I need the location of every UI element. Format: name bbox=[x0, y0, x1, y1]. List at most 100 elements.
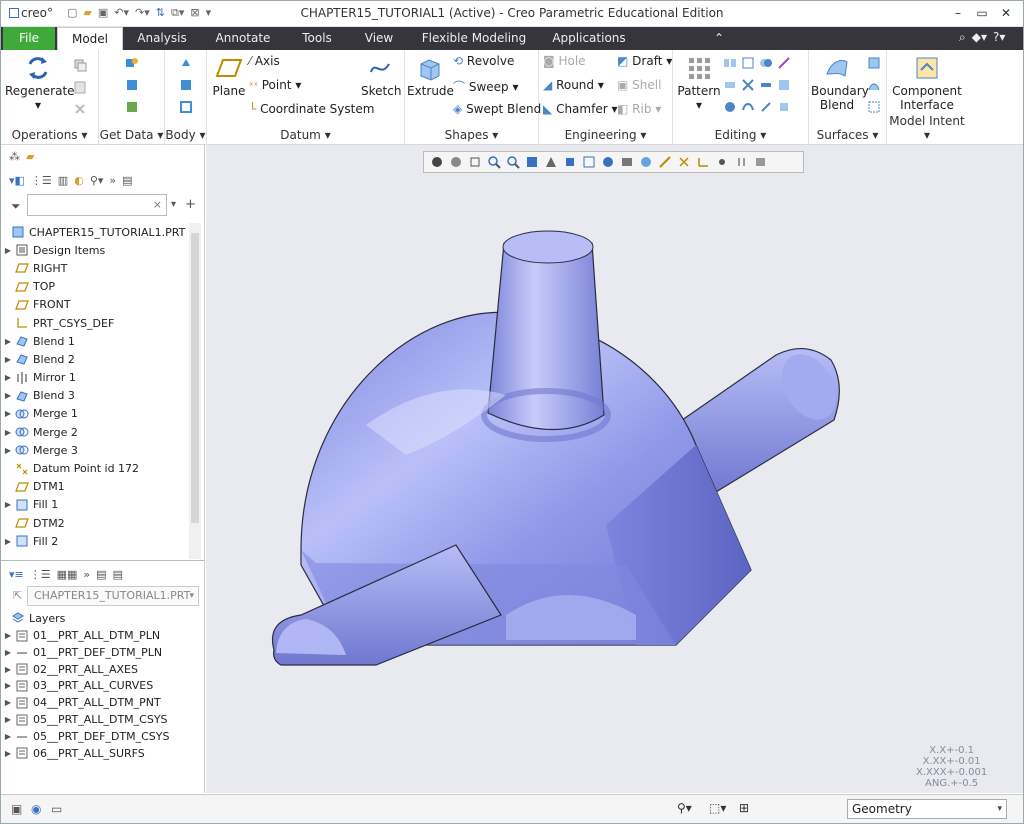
panel-splitter[interactable] bbox=[1, 560, 205, 561]
graphics-viewport[interactable] bbox=[206, 145, 1023, 793]
zoom-out-icon[interactable] bbox=[506, 155, 521, 169]
tree-item[interactable]: ▶ Merge 3 bbox=[1, 441, 189, 459]
undo-icon[interactable]: ↶▾ bbox=[114, 6, 129, 20]
layer-item[interactable]: ▶ 01__PRT_DEF_DTM_PLN bbox=[1, 644, 205, 661]
datum-display-icon[interactable] bbox=[658, 155, 673, 169]
extend-icon[interactable] bbox=[741, 56, 755, 70]
highlight-icon[interactable]: ◐ bbox=[74, 174, 84, 187]
tree-item[interactable]: TOP bbox=[1, 278, 189, 296]
intersect-icon[interactable] bbox=[741, 78, 755, 92]
annotation-display-icon[interactable] bbox=[677, 155, 692, 169]
folder-browser-tab-icon[interactable]: ▰ bbox=[26, 150, 34, 163]
paste-icon[interactable] bbox=[73, 80, 87, 94]
plane-button[interactable]: Plane bbox=[211, 54, 247, 98]
copy-icon[interactable] bbox=[73, 58, 87, 72]
model-tree-search-input[interactable]: × bbox=[27, 194, 167, 216]
customize-qat-icon[interactable]: ▾ bbox=[206, 6, 212, 20]
layer-model-dropdown-icon[interactable]: ▾ bbox=[189, 587, 194, 605]
tree-item[interactable]: ▶ Design Items bbox=[1, 241, 189, 259]
body-group-label[interactable]: Body ▾ bbox=[165, 128, 206, 142]
tab-tools[interactable]: Tools bbox=[289, 27, 345, 50]
point-button[interactable]: ˣˣ Point ▾ bbox=[249, 78, 301, 92]
tab-annotate[interactable]: Annotate bbox=[205, 27, 281, 50]
expand-arrow-icon[interactable]: ▶ bbox=[1, 749, 15, 758]
trim-icon[interactable] bbox=[777, 56, 791, 70]
layers-header[interactable]: Layers bbox=[0, 609, 205, 627]
notes-icon[interactable]: ▤ bbox=[122, 174, 132, 187]
body-split-icon[interactable] bbox=[179, 100, 193, 114]
hole-button[interactable]: ◙ Hole bbox=[543, 54, 586, 68]
tree-item[interactable]: RIGHT bbox=[1, 259, 189, 277]
selection-filter-icon[interactable]: ⊞ bbox=[739, 801, 749, 815]
swept-blend-button[interactable]: ◈ Swept Blend bbox=[453, 102, 541, 116]
tree-item[interactable]: ▶ Merge 1 bbox=[1, 405, 189, 423]
coordinate-system-button[interactable]: └ Coordinate System bbox=[249, 102, 374, 116]
tree-item[interactable]: Datum Point id 172 bbox=[1, 459, 189, 477]
shell-button[interactable]: ▣ Shell bbox=[617, 78, 661, 92]
surfaces-group-label[interactable]: Surfaces ▾ bbox=[809, 128, 886, 142]
layer-more-icon[interactable]: » bbox=[83, 568, 90, 581]
copy-geometry-icon[interactable] bbox=[125, 56, 139, 70]
tree-item[interactable]: PRT_CSYS_DEF bbox=[1, 314, 189, 332]
extrude-button[interactable]: Extrude bbox=[407, 54, 454, 98]
new-file-icon[interactable]: ▢ bbox=[67, 6, 77, 20]
show-dropdown-icon[interactable]: ▾◧ bbox=[9, 174, 25, 187]
editing-more-icon[interactable] bbox=[759, 100, 773, 114]
status-fullscreen-icon[interactable]: ▭ bbox=[51, 802, 62, 816]
collapse-ribbon-icon[interactable]: ⌃ bbox=[711, 27, 727, 50]
pattern-dropdown-icon[interactable]: ▾ bbox=[696, 98, 702, 112]
tree-item[interactable]: ▶ Merge 2 bbox=[1, 423, 189, 441]
sweep-button[interactable]: ⌒ Sweep ▾ bbox=[453, 78, 519, 95]
engineering-group-label[interactable]: Engineering ▾ bbox=[539, 128, 672, 142]
body-icon[interactable] bbox=[179, 56, 193, 70]
filter-icon[interactable]: ⏷ bbox=[11, 199, 21, 214]
status-browser-icon[interactable]: ◉ bbox=[31, 802, 41, 816]
tree-item[interactable]: ▶ Mirror 1 bbox=[1, 369, 189, 387]
filter-dropdown-icon[interactable]: ▾ bbox=[171, 199, 176, 210]
get-data-group-label[interactable]: Get Data ▾ bbox=[99, 128, 164, 142]
find-icon[interactable]: ⚲▾ bbox=[677, 801, 692, 815]
search-icon[interactable]: ⌕ bbox=[959, 30, 966, 45]
clear-search-icon[interactable]: × bbox=[153, 198, 162, 211]
windows-icon[interactable]: ⧉▾ bbox=[171, 6, 184, 20]
layer-item[interactable]: ▶ 06__PRT_ALL_SURFS bbox=[1, 745, 205, 762]
operations-group-label[interactable]: Operations ▾ bbox=[1, 128, 98, 142]
zoom-in-icon[interactable] bbox=[487, 155, 502, 169]
scene-icon[interactable] bbox=[639, 155, 654, 169]
status-toggle-navigator-icon[interactable]: ▣ bbox=[11, 802, 22, 816]
revolve-button[interactable]: ⟲ Revolve bbox=[453, 54, 514, 68]
layer-item[interactable]: ▶ 05__PRT_DEF_DTM_CSYS bbox=[1, 728, 205, 745]
body-boolean-icon[interactable] bbox=[179, 78, 193, 92]
expand-arrow-icon[interactable]: ▶ bbox=[1, 665, 15, 674]
freestyle-icon[interactable] bbox=[867, 100, 881, 114]
spin-center-icon[interactable] bbox=[715, 155, 730, 169]
redo-icon[interactable]: ↷▾ bbox=[135, 6, 150, 20]
saved-orientations-icon[interactable] bbox=[449, 155, 464, 169]
expand-arrow-icon[interactable]: ▶ bbox=[1, 715, 15, 724]
layer-item[interactable]: ▶ 01__PRT_ALL_DTM_PLN bbox=[1, 627, 205, 644]
offset-icon[interactable] bbox=[723, 78, 737, 92]
shapes-group-label[interactable]: Shapes ▾ bbox=[405, 128, 538, 142]
close-icon[interactable]: ✕ bbox=[995, 4, 1017, 22]
sketch-button[interactable]: Sketch bbox=[361, 54, 401, 98]
merge-inheritance-icon[interactable] bbox=[125, 100, 139, 114]
play-icon[interactable] bbox=[753, 155, 768, 169]
save-icon[interactable]: ▣ bbox=[98, 6, 108, 20]
display-style-icon[interactable] bbox=[563, 155, 578, 169]
draft-button[interactable]: ◩ Draft ▾ bbox=[617, 54, 672, 68]
merge-tool-icon[interactable] bbox=[759, 56, 773, 70]
tree-item[interactable]: FRONT bbox=[1, 296, 189, 314]
options-icon[interactable]: ?▾ bbox=[993, 30, 1005, 45]
open-file-icon[interactable]: ▰ bbox=[83, 6, 91, 20]
expand-arrow-icon[interactable]: ▶ bbox=[1, 537, 15, 546]
tree-view-icon[interactable]: ⋮☰ bbox=[31, 174, 52, 187]
pause-icon[interactable] bbox=[734, 155, 749, 169]
project-icon[interactable] bbox=[777, 78, 791, 92]
style-icon[interactable] bbox=[867, 78, 881, 92]
model-intent-group-label[interactable]: Model Intent ▾ bbox=[887, 114, 967, 142]
model-tree-tab-icon[interactable]: ⁂ bbox=[9, 150, 20, 163]
mirror-tool-icon[interactable] bbox=[723, 56, 737, 70]
tab-applications[interactable]: Applications bbox=[545, 27, 633, 50]
expand-arrow-icon[interactable]: ▶ bbox=[1, 681, 15, 690]
tree-filter-icon[interactable]: ⚲▾ bbox=[90, 174, 104, 187]
